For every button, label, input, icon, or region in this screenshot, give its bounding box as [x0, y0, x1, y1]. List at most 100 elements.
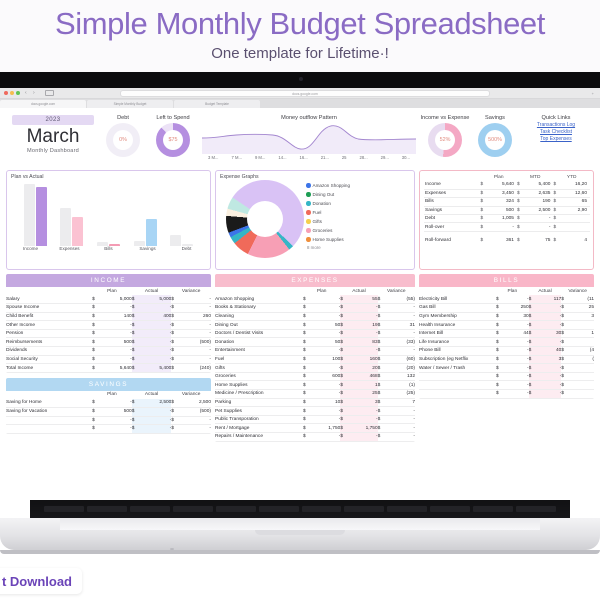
- table-row[interactable]: Fuel $100 $160 $ (60): [215, 355, 415, 365]
- cell-variance[interactable]: 7: [396, 398, 415, 408]
- row-label[interactable]: Subscription (eg Netflix: [419, 355, 496, 365]
- browser-tab[interactable]: docs.google.com: [0, 100, 86, 108]
- table-row[interactable]: Social Security $ - $ - $ -: [6, 355, 211, 365]
- cell-plan[interactable]: -: [321, 363, 341, 373]
- cell-variance[interactable]: (4: [577, 346, 594, 356]
- cell-plan[interactable]: -: [111, 346, 132, 356]
- cell-actual[interactable]: -: [151, 416, 172, 426]
- table-row[interactable]: Roll-forward $361 $75 $4: [424, 236, 590, 244]
- cell-actual[interactable]: -: [358, 346, 378, 356]
- row-label[interactable]: [6, 424, 93, 434]
- cell-plan[interactable]: -: [321, 346, 341, 356]
- row-label[interactable]: Medicine / Prescription: [215, 389, 303, 399]
- row-label[interactable]: Salary: [6, 295, 93, 305]
- row-label[interactable]: Phone Bill: [419, 346, 496, 356]
- cell-variance[interactable]: (60): [396, 355, 415, 365]
- cell-plan[interactable]: -: [321, 389, 341, 399]
- cell-plan[interactable]: -: [321, 432, 341, 442]
- table-row[interactable]: Savings $500 $2,500 $2,90: [424, 206, 590, 216]
- cell-actual[interactable]: -: [544, 372, 562, 382]
- cell-plan[interactable]: -: [321, 295, 341, 305]
- row-label[interactable]: Child Benefit: [6, 312, 93, 322]
- cell-variance[interactable]: -: [191, 303, 211, 313]
- table-row[interactable]: Other Income $ - $ - $ -: [6, 320, 211, 330]
- instant-download-badge[interactable]: t Download: [0, 568, 82, 594]
- cell-actual[interactable]: -: [544, 337, 562, 348]
- cell-actual[interactable]: -: [544, 320, 562, 330]
- cell-actual[interactable]: -: [151, 320, 172, 330]
- cell-actual[interactable]: -: [151, 355, 172, 365]
- table-row[interactable]: $ - $ - $: [419, 389, 594, 399]
- cell-actual[interactable]: 19: [358, 320, 378, 330]
- cell-plan[interactable]: 100: [321, 355, 341, 365]
- cell-actual[interactable]: 25: [358, 389, 378, 399]
- table-row[interactable]: Life Insurance $ - $ - $: [419, 337, 594, 348]
- cell-ytd[interactable]: 16,20: [559, 181, 590, 190]
- cell-plan[interactable]: -: [512, 372, 529, 382]
- cell-plan[interactable]: 140: [111, 312, 132, 322]
- quick-link-task-checklist[interactable]: Task Checklist: [520, 129, 592, 136]
- cell-plan[interactable]: 500: [111, 337, 132, 348]
- cell-plan[interactable]: -: [512, 380, 529, 391]
- cell-plan[interactable]: -: [111, 424, 132, 434]
- cell-plan[interactable]: 30: [512, 312, 529, 322]
- table-row[interactable]: Child Benefit $140 $400 $260: [6, 312, 211, 322]
- row-label[interactable]: Rent / Mortgage: [215, 423, 303, 433]
- table-row[interactable]: Dining Out $50 $19 $31: [215, 320, 415, 330]
- table-row[interactable]: Spouse Income $ - $ - $ -: [6, 303, 211, 313]
- cell-actual[interactable]: 3: [358, 398, 378, 408]
- quick-link-top-expenses[interactable]: Top Expenses: [520, 136, 592, 143]
- cell-actual[interactable]: -: [151, 329, 172, 339]
- cell-actual[interactable]: 40: [544, 346, 562, 356]
- cell-variance[interactable]: -: [396, 303, 415, 313]
- row-label[interactable]: Saving for Home: [6, 398, 93, 408]
- cell-ytd[interactable]: [559, 214, 590, 224]
- table-row[interactable]: Parking $10 $3 $7: [215, 398, 415, 408]
- table-row[interactable]: Roll-over $ - $ - $: [424, 222, 590, 232]
- table-row[interactable]: Doctors / Dentist Visits$-$-$-: [215, 329, 415, 339]
- row-label[interactable]: Other Income: [6, 320, 93, 330]
- cell-actual[interactable]: 400: [151, 312, 172, 322]
- row-label[interactable]: Internet Bill: [419, 329, 496, 339]
- cell-plan[interactable]: 250: [512, 303, 529, 313]
- cell-plan[interactable]: -: [111, 416, 132, 426]
- cell-variance[interactable]: -: [191, 295, 211, 305]
- row-label[interactable]: Water / Sewer / Trash: [419, 363, 496, 373]
- cell-variance[interactable]: 31: [396, 320, 415, 330]
- table-row[interactable]: Pension $ - $ - $ -: [6, 329, 211, 339]
- row-label[interactable]: [419, 389, 496, 399]
- cell-plan[interactable]: -: [512, 363, 529, 373]
- table-row[interactable]: Gas Bill $250 $ - $25: [419, 303, 594, 313]
- cell-actual[interactable]: -: [358, 432, 378, 442]
- cell-mtd[interactable]: 2,635: [522, 189, 554, 199]
- row-label[interactable]: [6, 416, 93, 426]
- cell-variance[interactable]: 260: [191, 312, 211, 322]
- table-row[interactable]: Total Income $5,640 $5,400 $ (240): [6, 363, 211, 373]
- table-row[interactable]: Health Insurance $ - $ - $: [419, 320, 594, 330]
- cell-actual[interactable]: -: [151, 407, 172, 417]
- table-row[interactable]: Gifts$-$20$(20): [215, 363, 415, 373]
- cell-variance[interactable]: (20): [396, 363, 415, 373]
- cell-actual[interactable]: 2,500: [151, 398, 172, 408]
- table-row[interactable]: Saving for Vacation $500 $ - $ (500): [6, 407, 211, 417]
- cell-variance[interactable]: -: [191, 346, 211, 356]
- table-row[interactable]: Medicine / Prescription$-$25$(25): [215, 389, 415, 399]
- row-label[interactable]: Gifts: [215, 363, 303, 373]
- cell-mtd[interactable]: -: [522, 214, 554, 224]
- cell-actual[interactable]: 1: [358, 380, 378, 391]
- table-row[interactable]: Phone Bill $ - $40 $ (4: [419, 346, 594, 356]
- table-row[interactable]: Dividends $ - $ - $ -: [6, 346, 211, 356]
- cell-actual[interactable]: -: [358, 312, 378, 322]
- cell-variance[interactable]: (500): [191, 337, 211, 348]
- cell-actual[interactable]: -: [358, 303, 378, 313]
- row-label[interactable]: Fuel: [215, 355, 303, 365]
- cell-variance[interactable]: 2,500: [191, 398, 211, 408]
- cell-plan[interactable]: 44: [512, 329, 529, 339]
- cell-actual[interactable]: -: [151, 346, 172, 356]
- cell-variance[interactable]: [577, 372, 594, 382]
- cell-variance[interactable]: [577, 337, 594, 348]
- row-label[interactable]: Life Insurance: [419, 337, 496, 348]
- row-label[interactable]: Home Supplies: [215, 380, 303, 391]
- cell-variance[interactable]: [577, 380, 594, 391]
- cell-variance[interactable]: (25): [396, 389, 415, 399]
